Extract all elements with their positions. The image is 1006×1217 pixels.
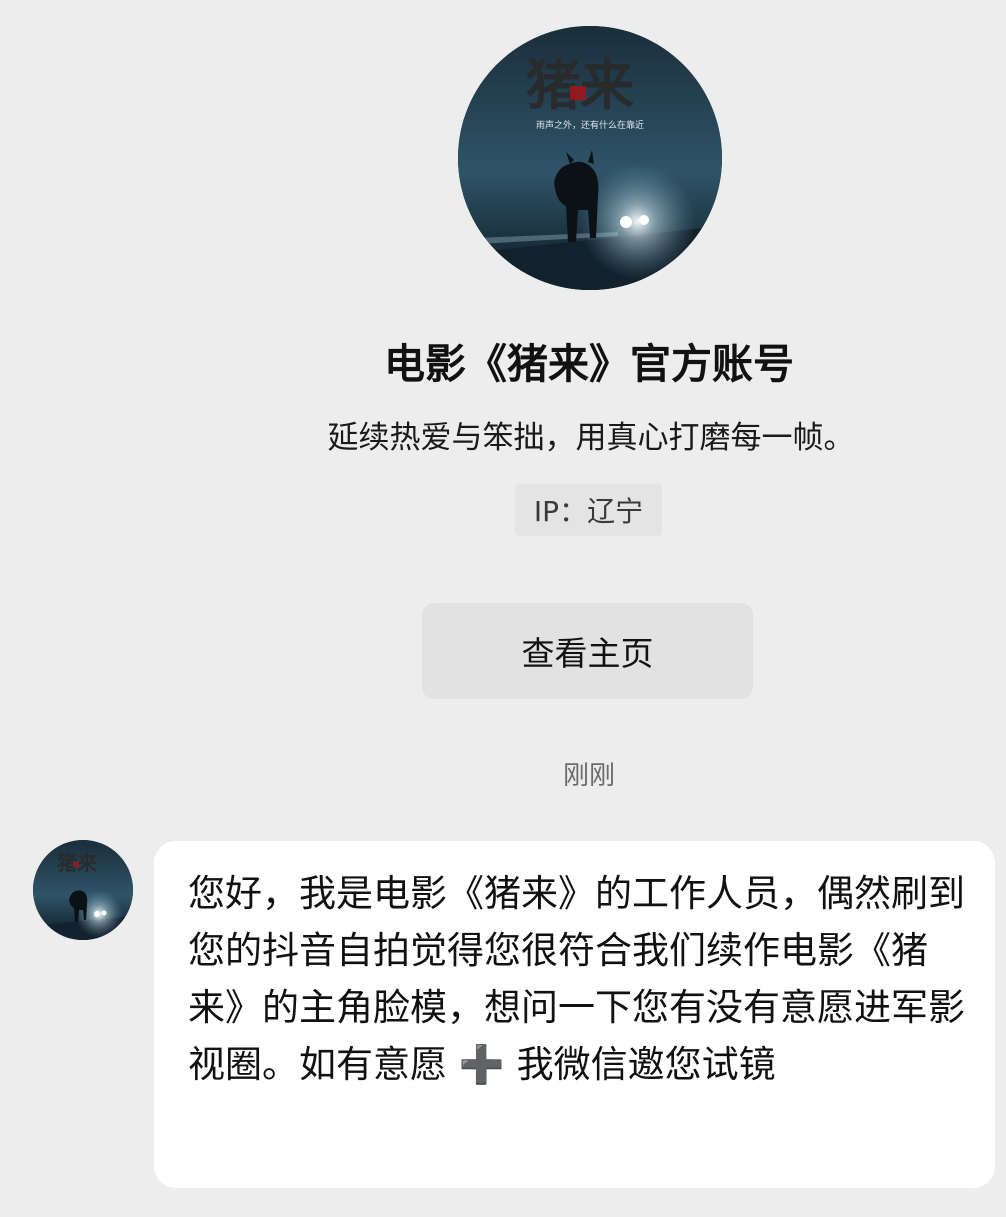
poster-title: 猪来 xyxy=(526,53,634,117)
ip-location-badge: IP：辽宁 xyxy=(515,484,662,536)
poster-tagline: 雨声之外，还有什么在靠近 xyxy=(536,119,644,131)
message-text: 您好，我是电影《猪来》的工作人员，偶然刷到您的抖音自拍觉得您很符合我们续作电影《… xyxy=(188,872,965,1086)
view-homepage-label: 查看主页 xyxy=(521,634,654,673)
account-bio: 延续热爱与笨拙，用真心打磨每一帧。 xyxy=(327,420,855,456)
account-name: 电影《猪来》官方账号 xyxy=(384,340,794,388)
ip-location-text: IP：辽宁 xyxy=(533,495,644,528)
profile-avatar[interactable]: 猪来 雨声之外，还有什么在靠近 xyxy=(458,26,722,290)
view-homepage-button[interactable]: 查看主页 xyxy=(422,603,753,699)
movie-poster-avatar-icon: 猪来 雨声之外，还有什么在靠近 xyxy=(458,26,722,290)
message-bubble[interactable]: 您好，我是电影《猪来》的工作人员，偶然刷到您的抖音自拍觉得您很符合我们续作电影《… xyxy=(154,841,995,1188)
message-timestamp: 刚刚 xyxy=(562,761,615,791)
sender-avatar[interactable]: 猪来 xyxy=(33,840,133,940)
movie-poster-avatar-icon: 猪来 xyxy=(33,840,133,940)
